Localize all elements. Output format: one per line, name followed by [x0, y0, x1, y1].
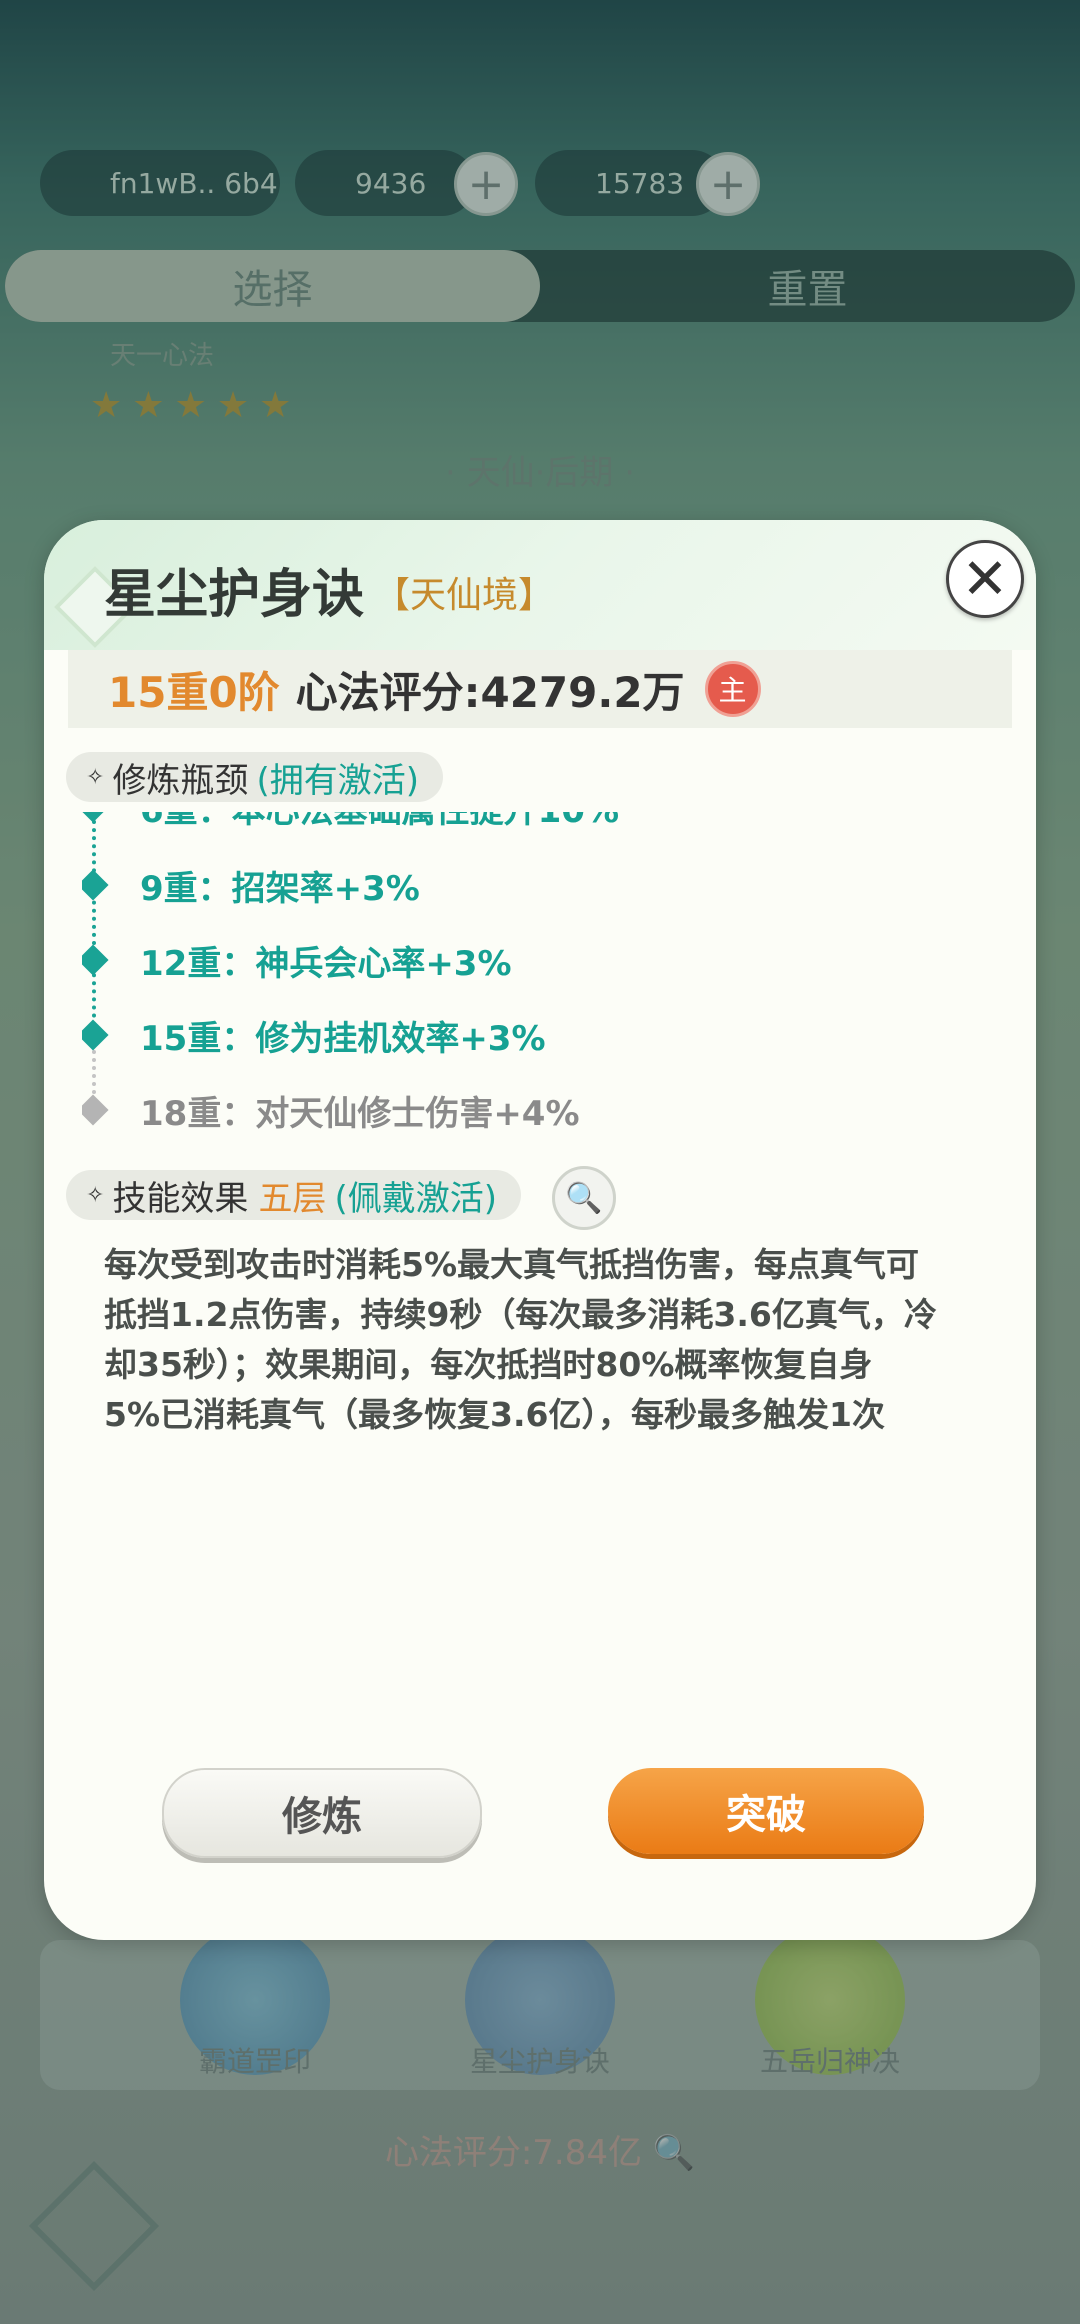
tier-item: 6重：本心法基础属性提升10%	[82, 812, 619, 832]
skill-effect-header: ✧ 技能效果 五层 (佩戴激活)	[66, 1170, 521, 1220]
bottleneck-status: (拥有激活)	[256, 760, 419, 801]
skill-effect-label: 技能效果	[112, 1178, 249, 1219]
modal-realm: 【天仙境】	[374, 575, 555, 616]
modal-title: 星尘护身诀	[104, 565, 365, 625]
tier-item-locked: 18重：对天仙修士伤害+4%	[82, 1085, 580, 1135]
tier-text: 12重：神兵会心率+3%	[140, 943, 512, 984]
tier-diamond-icon	[82, 944, 109, 976]
tier-text: 18重：对天仙修士伤害+4%	[140, 1093, 580, 1134]
skill-effect-status: (佩戴激活)	[334, 1178, 497, 1219]
score-bar: 15重0阶 心法评分:4279.2万 主	[68, 650, 1012, 728]
modal-header: 星尘护身诀 【天仙境】 ✕	[44, 520, 1036, 650]
effect-line: 抵挡1.2点伤害，持续9秒（每次最多消耗3.6亿真气，冷	[104, 1295, 937, 1334]
tier-text: 6重：本心法基础属性提升10%	[140, 812, 619, 832]
bottleneck-header: ✧ 修炼瓶颈 (拥有激活)	[66, 752, 443, 802]
breakthrough-button[interactable]: 突破	[608, 1768, 924, 1854]
tier-diamond-icon	[82, 812, 109, 823]
bottleneck-label: 修炼瓶颈	[112, 760, 249, 801]
tier-item: 15重：修为挂机效率+3%	[82, 1010, 546, 1060]
tier-diamond-icon	[82, 1019, 109, 1051]
tier-text: 9重：招架率+3%	[140, 868, 420, 909]
effect-line: 每次受到攻击时消耗5%最大真气抵挡伤害，每点真气可	[104, 1245, 920, 1284]
main-badge[interactable]: 主	[704, 661, 761, 717]
effect-line: 却35秒）；效果期间，每次抵挡时80%概率恢复自身	[104, 1345, 873, 1384]
section-sparkle-icon: ✧	[86, 1182, 105, 1208]
skill-level: 15重0阶	[108, 667, 280, 717]
effect-line: 5%已消耗真气（最多恢复3.6亿），每秒最多触发1次	[104, 1395, 885, 1434]
tier-diamond-icon	[82, 869, 109, 901]
tier-item: 12重：神兵会心率+3%	[82, 935, 512, 985]
close-icon: ✕	[961, 546, 1009, 612]
close-button[interactable]: ✕	[946, 540, 1024, 618]
tier-item: 9重：招架率+3%	[82, 860, 420, 910]
skill-score: 心法评分:4279.2万	[295, 667, 685, 717]
skill-effect-level: 五层	[258, 1178, 327, 1219]
skill-effect-text: 每次受到攻击时消耗5%最大真气抵挡伤害，每点真气可 抵挡1.2点伤害，持续9秒（…	[104, 1240, 984, 1440]
skill-detail-button[interactable]: 🔍	[552, 1166, 616, 1230]
search-icon: 🔍	[565, 1180, 603, 1216]
section-sparkle-icon: ✧	[86, 764, 105, 790]
tier-diamond-icon	[82, 1094, 109, 1126]
tier-line	[92, 812, 100, 1042]
tier-text: 15重：修为挂机效率+3%	[140, 1018, 546, 1059]
practice-button[interactable]: 修炼	[162, 1768, 482, 1858]
tier-list: 6重：本心法基础属性提升10% 9重：招架率+3% 12重：神兵会心率+3% 1…	[82, 812, 982, 1142]
skill-detail-modal: 星尘护身诀 【天仙境】 ✕ 15重0阶 心法评分:4279.2万 主 ✧ 修炼瓶…	[44, 520, 1036, 1940]
